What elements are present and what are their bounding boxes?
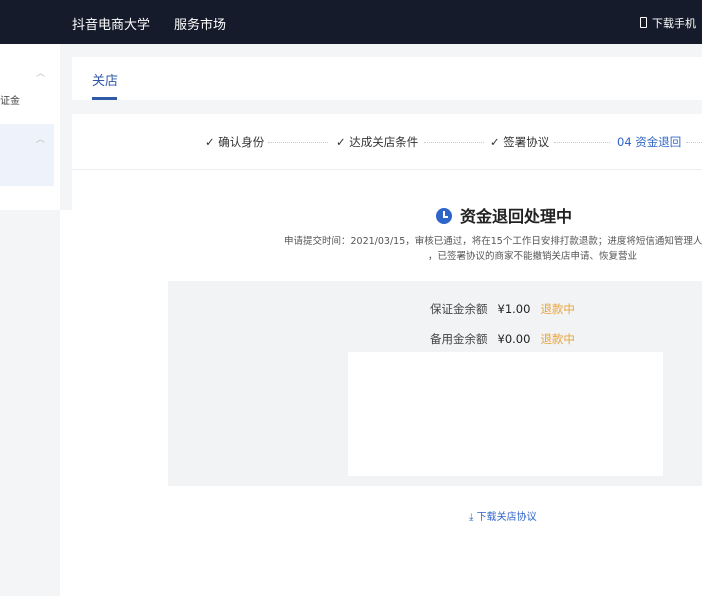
top-nav-bar: 抖音电商大学 服务市场 下载手机 [0,0,702,44]
step-connector [686,142,702,143]
status-title: 资金退回处理中 [436,203,572,227]
progress-steps: ✓ 确认身份 ✓ 达成关店条件 ✓ 签署协议 04 资金退回 [72,134,702,154]
blank-area [348,352,663,476]
balance-label: 备用金余额 [430,332,488,346]
download-agreement-link[interactable]: ⤓ 下载关店协议 [469,508,537,523]
step-label: 确认身份 [218,135,265,149]
download-app-label: 下载手机 [652,17,696,30]
download-app-link[interactable]: 下载手机 [640,15,696,31]
step-sign-agreement: ✓ 签署协议 [490,135,550,149]
balance-amount: ¥1.00 [497,302,531,316]
step-connector [424,142,484,143]
download-icon: ⤓ [469,512,477,523]
step-connector [554,142,610,143]
balance-label: 保证金余额 [430,302,488,316]
step-label: 达成关店条件 [349,135,419,149]
status-description: 申请提交时间：2021/03/15，审核已通过，将在15个工作日安排打款退款；进… [284,236,702,247]
step-connector [268,142,328,143]
active-tab-indicator [92,97,117,100]
nav-link-university[interactable]: 抖音电商大学 [72,14,150,33]
refund-status: 退款中 [540,332,575,346]
sidebar-item-selected[interactable]: ︿ [0,124,54,186]
divider [72,169,702,170]
tab-bar: 关店 [72,57,702,100]
refund-status: 退款中 [540,302,575,316]
step-label: 签署协议 [503,135,550,149]
sidebar-item-deposit[interactable]: 证金 [0,92,20,107]
step-confirm-identity: ✓ 确认身份 [205,135,265,149]
main-content: ✓ 确认身份 ✓ 达成关店条件 ✓ 签署协议 04 资金退回 资金退回处理中 申… [72,114,702,596]
chevron-up-icon[interactable]: ︿ [36,66,45,79]
status-title-text: 资金退回处理中 [460,207,573,226]
balance-amount: ¥0.00 [497,332,531,346]
balance-row-deposit: 保证金余额 ¥1.00 退款中 [430,301,575,317]
nav-link-service-market[interactable]: 服务市场 [174,14,226,33]
download-agreement-label: 下载关店协议 [476,512,537,523]
step-meet-conditions: ✓ 达成关店条件 [336,135,419,149]
balance-panel: 保证金余额 ¥1.00 退款中 备用金余额 ¥0.00 退款中 [168,281,702,486]
tab-close-shop[interactable]: 关店 [92,70,118,89]
chevron-up-icon[interactable]: ︿ [36,132,45,145]
sidebar-gap [60,210,72,596]
balance-row-reserve: 备用金余额 ¥0.00 退款中 [430,331,575,347]
clock-icon [436,208,452,224]
phone-icon [640,17,647,28]
status-description-2: ，已签署协议的商家不能撤销关店申请、恢复营业 [428,251,638,262]
sidebar: ︿ 证金 ︿ [0,44,60,210]
step-fund-return: 04 资金退回 [617,135,682,149]
